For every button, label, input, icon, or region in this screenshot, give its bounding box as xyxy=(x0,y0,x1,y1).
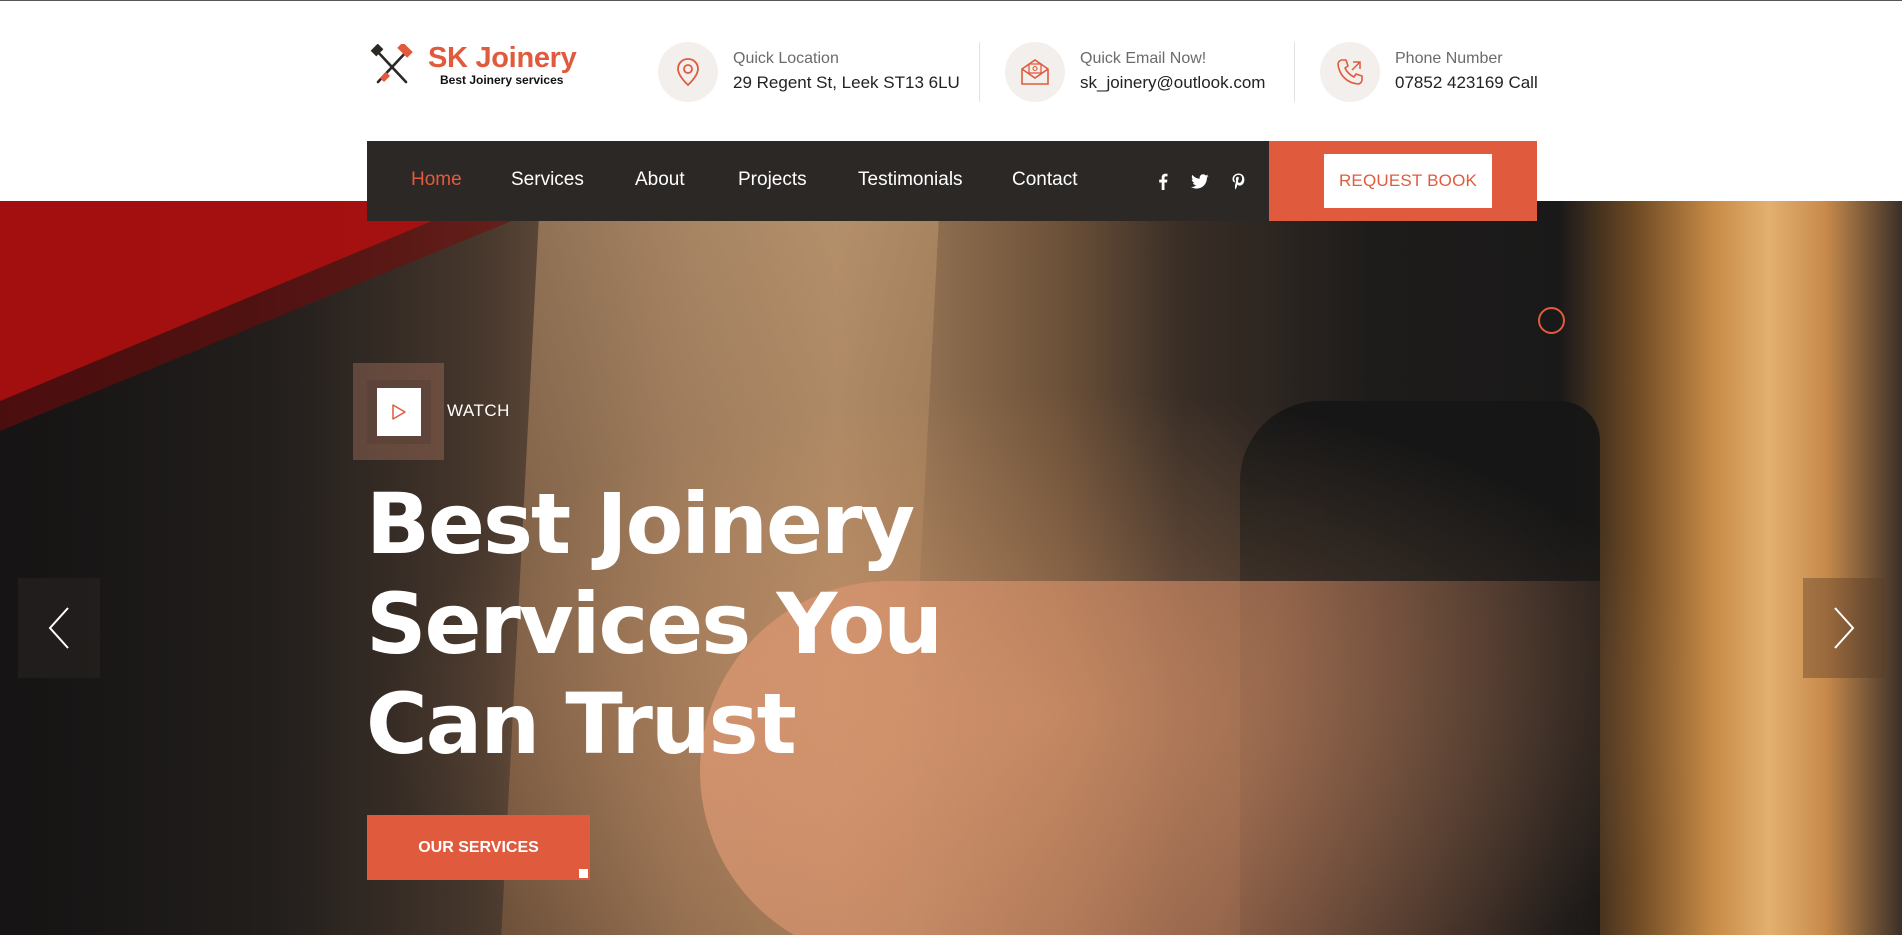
our-services-label: OUR SERVICES xyxy=(418,838,539,856)
location-label: Quick Location xyxy=(733,50,839,67)
request-book-button[interactable]: REQUEST BOOK xyxy=(1324,154,1492,208)
envelope-icon xyxy=(1021,59,1049,85)
facebook-icon[interactable] xyxy=(1153,171,1173,191)
hero-title: Best Joinery Services You Can Trust xyxy=(366,474,1066,774)
contact-email: Quick Email Now! sk_joinery@outlook.com xyxy=(1005,41,1295,103)
slider-ring-indicator xyxy=(1538,307,1565,334)
twitter-icon[interactable] xyxy=(1190,171,1210,191)
map-pin-icon xyxy=(677,58,699,87)
location-value: 29 Regent St, Leek ST13 6LU xyxy=(733,73,960,92)
hero-title-line: Services You xyxy=(366,575,943,673)
brand-tagline: Best Joinery services xyxy=(440,73,564,87)
nav-cta-area: REQUEST BOOK xyxy=(1269,141,1537,221)
brand-logo[interactable]: SK Joinery Best Joinery services xyxy=(370,39,580,99)
pinterest-icon[interactable] xyxy=(1228,171,1248,191)
brand-name: SK Joinery xyxy=(428,42,577,74)
phone-icon xyxy=(1337,59,1363,85)
email-label: Quick Email Now! xyxy=(1080,50,1207,67)
slider-next-button[interactable] xyxy=(1803,578,1885,678)
play-icon xyxy=(391,403,406,420)
email-icon-circle xyxy=(1005,42,1065,102)
watch-label[interactable]: WATCH xyxy=(447,401,510,421)
nav-item-services[interactable]: Services xyxy=(511,169,584,191)
saw-and-tools-icon xyxy=(370,44,413,84)
nav-item-home[interactable]: Home xyxy=(411,169,462,191)
watch-frame xyxy=(366,379,431,444)
nav-item-testimonials[interactable]: Testimonials xyxy=(858,169,963,191)
phone-label: Phone Number xyxy=(1395,50,1503,67)
button-corner-accent xyxy=(579,869,588,878)
phone-icon-circle xyxy=(1320,42,1380,102)
slider-prev-button[interactable] xyxy=(18,578,100,678)
our-services-button[interactable]: OUR SERVICES xyxy=(367,815,590,880)
divider xyxy=(1294,42,1295,102)
hero-title-line: Can Trust xyxy=(366,675,797,773)
contact-location: Quick Location 29 Regent St, Leek ST13 6… xyxy=(658,41,960,103)
nav-item-projects[interactable]: Projects xyxy=(738,169,807,191)
main-navigation: Home Services About Projects Testimonial… xyxy=(367,141,1537,221)
nav-item-contact[interactable]: Contact xyxy=(1012,169,1077,191)
contact-phone: Phone Number 07852 423169 Call xyxy=(1320,41,1550,103)
divider xyxy=(979,42,980,102)
hero-title-line: Best Joinery xyxy=(366,475,915,573)
play-button[interactable] xyxy=(376,387,421,436)
location-icon-circle xyxy=(658,42,718,102)
phone-value[interactable]: 07852 423169 Call xyxy=(1395,73,1538,93)
chevron-right-icon xyxy=(1834,607,1855,649)
chevron-left-icon xyxy=(48,607,69,649)
watch-video-button[interactable] xyxy=(353,363,444,460)
email-value[interactable]: sk_joinery@outlook.com xyxy=(1080,73,1265,93)
nav-item-about[interactable]: About xyxy=(635,169,685,191)
